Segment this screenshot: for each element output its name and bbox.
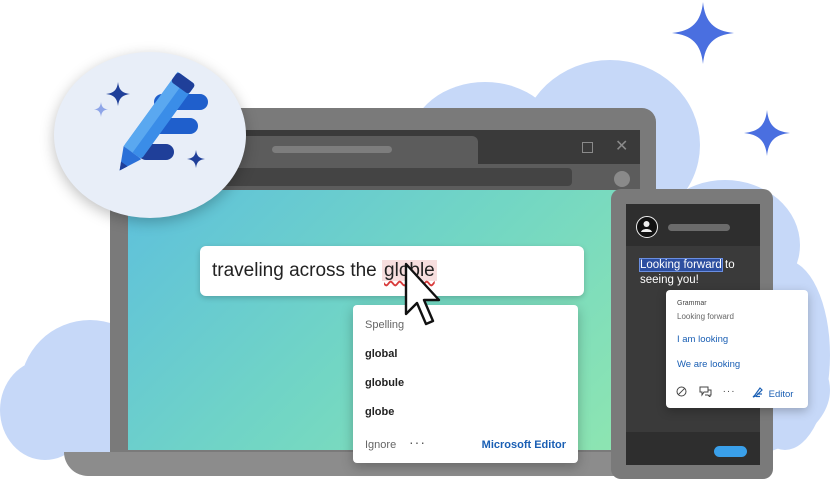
tab-title-placeholder — [272, 146, 392, 153]
mouse-cursor-icon — [402, 262, 442, 335]
suggestion-globule[interactable]: globule — [365, 377, 404, 389]
profile-icon[interactable] — [614, 171, 630, 187]
more-options-icon[interactable]: ··· — [409, 434, 426, 450]
microsoft-editor-link[interactable]: Microsoft Editor — [482, 439, 566, 451]
popup-footer: Ignore ··· Microsoft Editor — [353, 429, 578, 463]
grammar-label: Grammar — [677, 300, 707, 307]
sparkle-small-icon — [744, 110, 790, 156]
editor-pen-icon — [94, 71, 208, 171]
avatar[interactable] — [636, 216, 658, 238]
feedback-icon[interactable] — [699, 386, 712, 399]
ignore-icon[interactable] — [676, 386, 687, 397]
editor-button[interactable]: Editor — [752, 387, 793, 400]
suggestion-globe[interactable]: globe — [365, 406, 394, 418]
sparkle-large-icon — [672, 2, 734, 64]
highlighted-phrase[interactable]: Looking forward — [639, 258, 723, 272]
text-input[interactable]: traveling across the globle — [200, 246, 584, 296]
send-button[interactable] — [714, 446, 747, 457]
close-icon[interactable]: ✕ — [615, 139, 628, 155]
suggestion-global[interactable]: global — [365, 348, 397, 360]
maximize-icon[interactable] — [582, 142, 593, 153]
spelling-suggestions-popup: Spelling global globule globe Ignore ···… — [353, 305, 578, 463]
card-toolbar: ··· — [676, 386, 736, 399]
original-phrase: Looking forward — [677, 312, 734, 321]
contact-name-placeholder — [668, 224, 730, 231]
suggestion-we-are-looking[interactable]: We are looking — [677, 359, 740, 370]
chat-message[interactable]: Looking forward to seeing you! — [639, 258, 760, 288]
editor-button-label: Editor — [768, 389, 794, 400]
suggestion-i-am-looking[interactable]: I am looking — [677, 334, 728, 345]
editor-logo-badge — [54, 52, 246, 218]
more-options-icon[interactable]: ··· — [723, 386, 736, 397]
text-input-content: traveling across the — [212, 260, 383, 281]
grammar-suggestion-card: Grammar Looking forward I am looking We … — [666, 290, 808, 408]
background-cloud — [0, 360, 90, 460]
ignore-button[interactable]: Ignore — [365, 439, 396, 451]
popup-header: Spelling — [365, 319, 405, 331]
editor-pen-icon — [752, 387, 763, 398]
